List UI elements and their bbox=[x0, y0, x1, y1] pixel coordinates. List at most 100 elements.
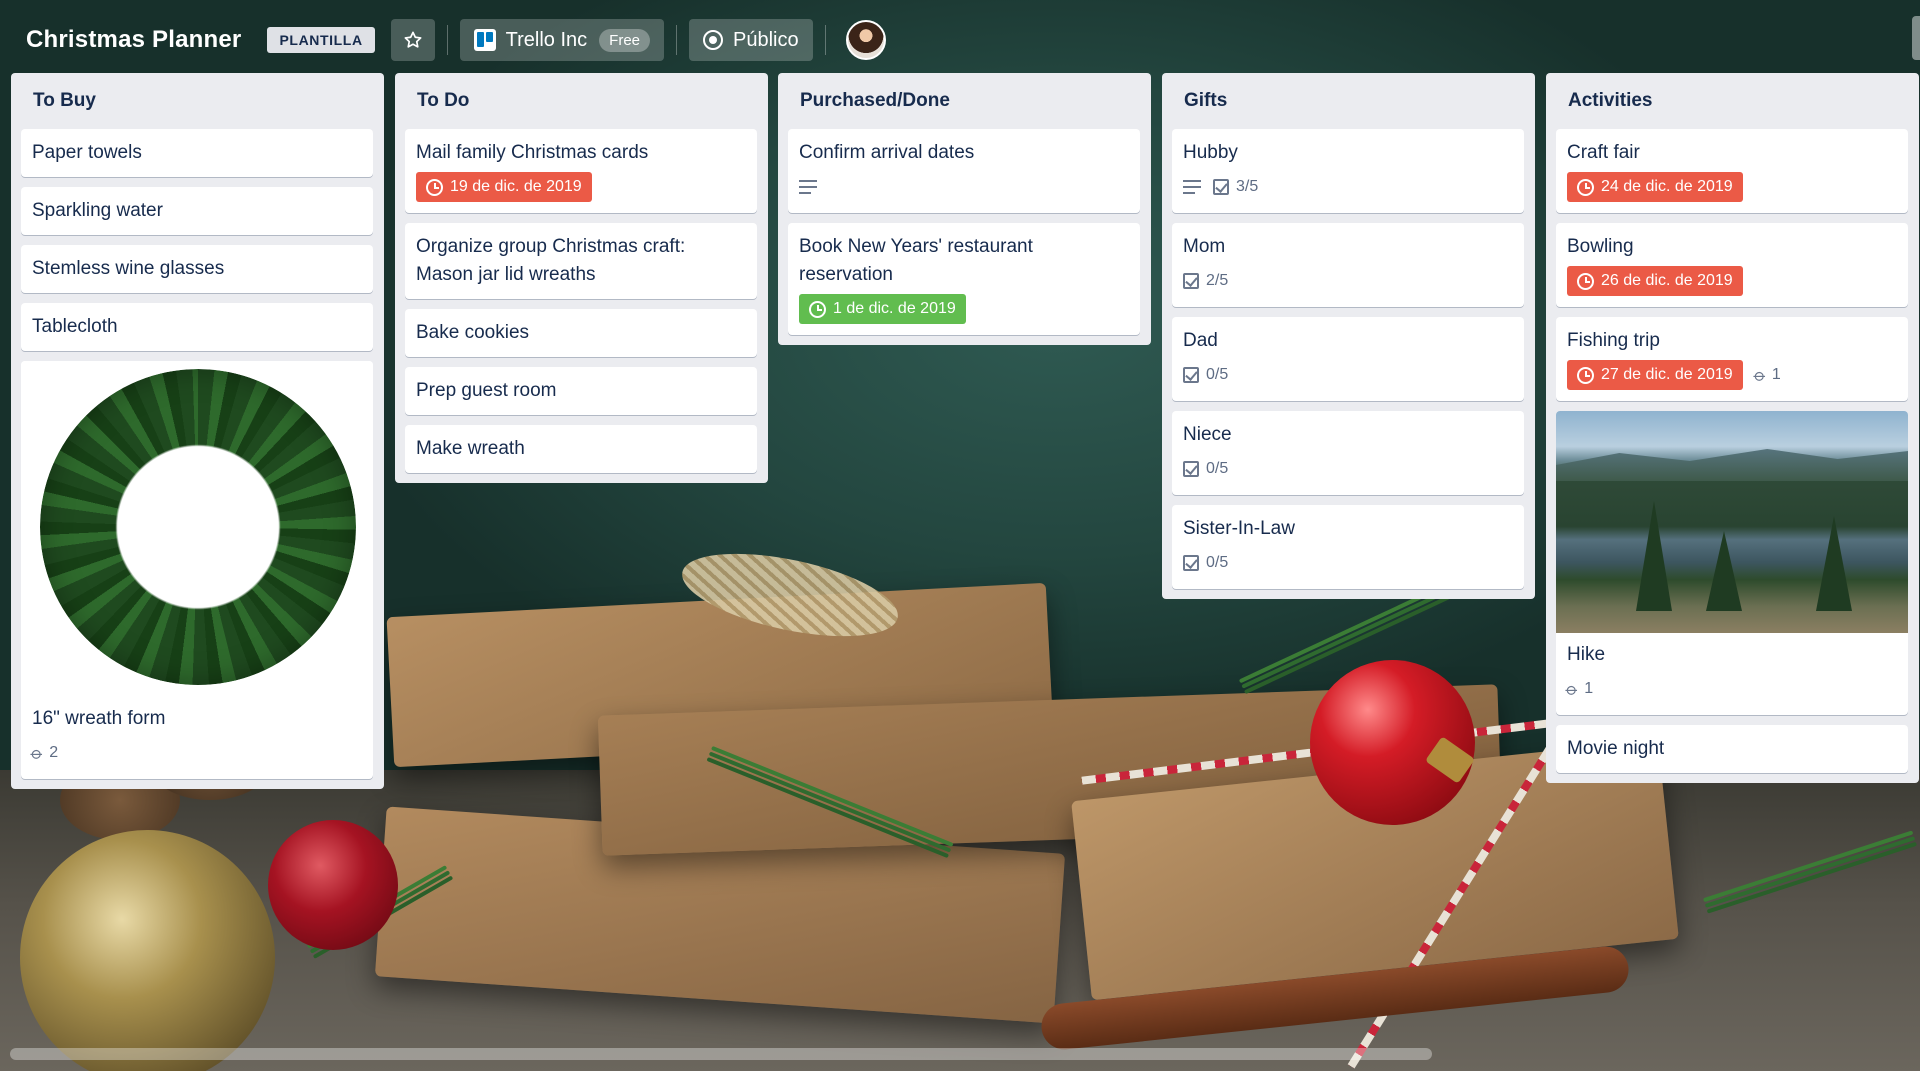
due-date-badge[interactable]: 19 de dic. de 2019 bbox=[416, 172, 592, 202]
list-header[interactable]: Gifts bbox=[1172, 73, 1524, 129]
card-badges: 3/5 bbox=[1183, 171, 1513, 203]
card[interactable]: Hubby 3/5 bbox=[1172, 129, 1524, 213]
card[interactable]: Tablecloth bbox=[21, 303, 373, 351]
pine-tree bbox=[1816, 516, 1852, 611]
wreath-image bbox=[40, 369, 356, 685]
card[interactable]: Movie night bbox=[1556, 725, 1908, 773]
due-date-badge[interactable]: 26 de dic. de 2019 bbox=[1567, 266, 1743, 296]
checklist-count: 3/5 bbox=[1236, 178, 1259, 195]
card-title: Bowling bbox=[1567, 236, 1634, 257]
card[interactable]: Mom 2/5 bbox=[1172, 223, 1524, 307]
card[interactable]: Bowling 26 de dic. de 2019 bbox=[1556, 223, 1908, 307]
card-title: Hubby bbox=[1183, 142, 1238, 163]
checklist-icon bbox=[1183, 367, 1199, 383]
globe-icon bbox=[703, 30, 724, 50]
card[interactable]: Paper towels bbox=[21, 129, 373, 177]
card-title: Niece bbox=[1183, 424, 1232, 445]
checklist-badge: 3/5 bbox=[1213, 173, 1258, 201]
card[interactable]: Confirm arrival dates bbox=[788, 129, 1140, 213]
team-button[interactable]: Trello Inc Free bbox=[459, 19, 665, 61]
visibility-label: Público bbox=[733, 28, 799, 51]
list-title: To Do bbox=[417, 90, 470, 111]
card[interactable]: Craft fair 24 de dic. de 2019 bbox=[1556, 129, 1908, 213]
card-badges: 26 de dic. de 2019 bbox=[1567, 265, 1897, 297]
gold-ornament bbox=[20, 830, 275, 1071]
lake-image bbox=[1556, 411, 1908, 633]
star-button[interactable] bbox=[390, 19, 435, 61]
checklist-icon bbox=[1183, 461, 1199, 477]
paperclip-icon: ⌀ bbox=[26, 742, 48, 764]
due-date: 1 de dic. de 2019 bbox=[833, 300, 956, 317]
checklist-badge: 0/5 bbox=[1183, 361, 1228, 389]
due-date: 24 de dic. de 2019 bbox=[1601, 178, 1733, 195]
list-header[interactable]: Purchased/Done bbox=[788, 73, 1140, 129]
card[interactable]: Sparkling water bbox=[21, 187, 373, 235]
attachment-count: 1 bbox=[1771, 366, 1781, 383]
clock-icon bbox=[1577, 272, 1594, 290]
board-title[interactable]: Christmas Planner bbox=[26, 26, 241, 54]
card-badges bbox=[799, 171, 1129, 203]
card[interactable]: Bake cookies bbox=[405, 309, 757, 357]
card-badges: 24 de dic. de 2019 bbox=[1567, 171, 1897, 203]
card[interactable]: 16" wreath form ⌀ 2 bbox=[21, 361, 373, 779]
horizontal-scrollbar[interactable] bbox=[10, 1048, 1432, 1060]
plan-badge: Free bbox=[599, 28, 651, 52]
due-date: 19 de dic. de 2019 bbox=[450, 178, 582, 195]
card[interactable]: Dad 0/5 bbox=[1172, 317, 1524, 401]
list-header[interactable]: To Do bbox=[405, 73, 757, 129]
mountain-range bbox=[1556, 449, 1908, 481]
member-avatar[interactable] bbox=[845, 20, 886, 60]
attachment-badge: ⌀ 1 bbox=[1749, 361, 1781, 389]
checklist-badge: 0/5 bbox=[1183, 549, 1228, 577]
card[interactable]: Make wreath bbox=[405, 425, 757, 473]
list-activities: Activities Craft fair 24 de dic. de 2019… bbox=[1546, 73, 1919, 783]
card[interactable]: Mail family Christmas cards 19 de dic. d… bbox=[405, 129, 757, 213]
card[interactable]: Sister-In-Law 0/5 bbox=[1172, 505, 1524, 589]
card-title: Paper towels bbox=[32, 142, 142, 163]
card-title: Confirm arrival dates bbox=[799, 142, 975, 163]
due-date-badge[interactable]: 27 de dic. de 2019 bbox=[1567, 360, 1743, 390]
card-badges: 1 de dic. de 2019 bbox=[799, 293, 1129, 325]
checklist-badge: 0/5 bbox=[1183, 455, 1228, 483]
description-icon bbox=[1183, 180, 1201, 194]
list-header[interactable]: To Buy bbox=[21, 73, 373, 129]
card[interactable]: Stemless wine glasses bbox=[21, 245, 373, 293]
card[interactable]: Niece 0/5 bbox=[1172, 411, 1524, 495]
list-to-do: To Do Mail family Christmas cards 19 de … bbox=[395, 73, 768, 483]
template-badge: PLANTILLA bbox=[267, 27, 375, 53]
checklist-count: 0/5 bbox=[1206, 554, 1229, 571]
card-title: Sister-In-Law bbox=[1183, 518, 1295, 539]
due-date: 26 de dic. de 2019 bbox=[1601, 272, 1733, 289]
card[interactable]: Hike ⌀ 1 bbox=[1556, 411, 1908, 715]
card-badges: 19 de dic. de 2019 bbox=[416, 171, 746, 203]
checklist-icon bbox=[1213, 179, 1229, 195]
card-cover-image bbox=[21, 361, 373, 697]
header-edge-button[interactable] bbox=[1912, 16, 1920, 60]
due-date-badge[interactable]: 24 de dic. de 2019 bbox=[1567, 172, 1743, 202]
checklist-icon bbox=[1183, 555, 1199, 571]
attachment-badge: ⌀ 2 bbox=[27, 739, 58, 767]
board-header: Christmas Planner PLANTILLA Trello Inc F… bbox=[0, 8, 1920, 72]
card-title: Bake cookies bbox=[416, 322, 530, 343]
card-title: 16" wreath form bbox=[32, 708, 166, 729]
card-title: Sparkling water bbox=[32, 200, 163, 221]
card[interactable]: Book New Years' restaurant reservation 1… bbox=[788, 223, 1140, 335]
card-title: Prep guest room bbox=[416, 380, 557, 401]
card[interactable]: Fishing trip 27 de dic. de 2019 ⌀ 1 bbox=[1556, 317, 1908, 401]
list-to-buy: To Buy Paper towels Sparkling water Stem… bbox=[11, 73, 384, 789]
list-header[interactable]: Activities bbox=[1556, 73, 1908, 129]
due-date: 27 de dic. de 2019 bbox=[1601, 366, 1733, 383]
card-title: Make wreath bbox=[416, 438, 525, 459]
description-icon bbox=[799, 180, 817, 194]
visibility-button[interactable]: Público bbox=[689, 19, 813, 61]
due-date-complete-badge[interactable]: 1 de dic. de 2019 bbox=[799, 294, 966, 324]
list-title: Purchased/Done bbox=[800, 90, 950, 111]
attachment-badge: ⌀ 1 bbox=[1562, 675, 1593, 703]
card[interactable]: Prep guest room bbox=[405, 367, 757, 415]
card-badges: 0/5 bbox=[1183, 547, 1513, 579]
pine-tree bbox=[1706, 531, 1742, 611]
card[interactable]: Organize group Christmas craft: Mason ja… bbox=[405, 223, 757, 299]
card-title: Fishing trip bbox=[1567, 330, 1660, 351]
trello-logo-icon bbox=[473, 29, 496, 51]
card-title: Hike bbox=[1567, 644, 1606, 665]
